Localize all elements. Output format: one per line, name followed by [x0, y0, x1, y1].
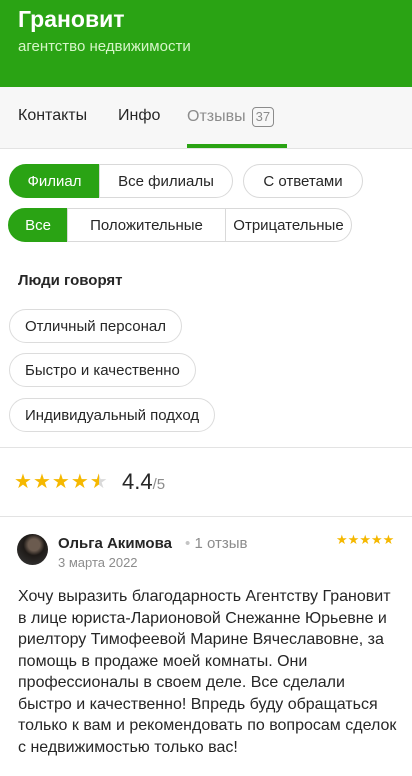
filter-negative[interactable]: Отрицательные — [225, 208, 352, 242]
reviews-count-badge: 37 — [251, 107, 275, 127]
review-date: 3 марта 2022 — [58, 555, 138, 570]
people-say-tag[interactable]: Отличный персонал — [9, 309, 182, 343]
review-text: Хочу выразить благодарность Агентству Гр… — [18, 588, 397, 756]
star-icon: ★ — [336, 532, 348, 547]
filter-all-branches[interactable]: Все филиалы — [99, 164, 233, 198]
star-icon: ★ — [382, 532, 395, 547]
review-stars: ★ ★ ★ ★ ★ — [336, 532, 394, 548]
rating-max: /5 — [152, 476, 166, 493]
active-tab-indicator — [187, 144, 287, 148]
reviewer-reviews-count: • 1 отзыв — [185, 535, 247, 552]
reviewer-name[interactable]: Ольга Акимова — [58, 535, 172, 552]
people-say-title: Люди говорят — [18, 272, 123, 289]
star-icon: ★ — [70, 471, 89, 493]
people-say-tag[interactable]: Индивидуальный подход — [9, 398, 216, 432]
tab-info[interactable]: Инфо — [118, 107, 160, 125]
half-star-icon: ★ — [89, 471, 108, 493]
star-icon: ★ — [14, 471, 32, 493]
tab-bar: Контакты Инфо Отзывы 37 — [0, 87, 412, 149]
tab-reviews-label: Отзывы — [187, 108, 246, 125]
reviews-count-text: 1 отзыв — [194, 535, 248, 552]
filter-positive[interactable]: Положительные — [67, 208, 226, 242]
rating-stars: ★ ★ ★ ★ ★ — [14, 471, 108, 493]
company-subtitle: агентство недвижимости — [18, 38, 191, 55]
filter-branch[interactable]: Филиал — [9, 164, 100, 198]
tab-contacts[interactable]: Контакты — [18, 107, 87, 125]
company-title[interactable]: Грановит — [18, 6, 125, 33]
dot-separator-icon: • — [185, 535, 191, 552]
header: Грановит агентство недвижимости — [0, 0, 412, 87]
tab-reviews[interactable]: Отзывы 37 — [187, 107, 275, 127]
rating-value: 4.4 — [122, 469, 153, 494]
filter-with-answers[interactable]: С ответами — [243, 164, 363, 198]
divider — [0, 516, 412, 517]
people-say-tag[interactable]: Быстро и качественно — [9, 353, 196, 387]
filter-all[interactable]: Все — [8, 208, 68, 242]
star-icon: ★ — [32, 471, 51, 493]
divider — [0, 447, 412, 448]
star-icon: ★ — [370, 532, 383, 547]
avatar[interactable] — [17, 534, 48, 565]
star-icon: ★ — [359, 532, 371, 547]
average-rating: 4.4/5 — [122, 469, 165, 495]
star-icon: ★ — [51, 471, 70, 493]
star-icon: ★ — [347, 532, 360, 547]
